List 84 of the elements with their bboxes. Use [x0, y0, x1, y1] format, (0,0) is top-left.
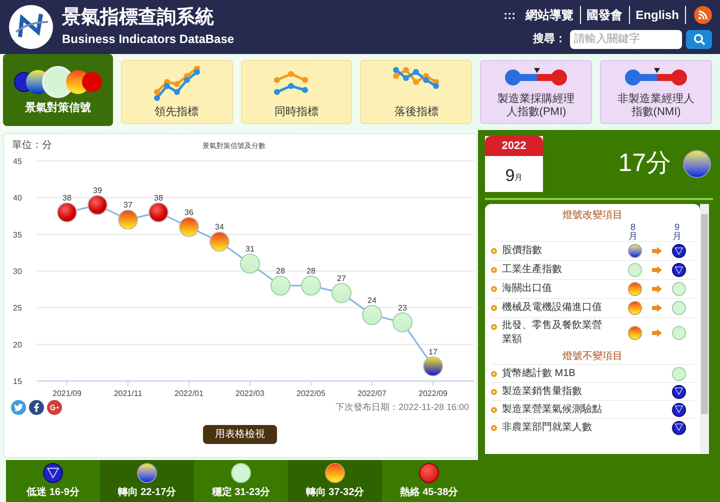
- indicator-tab[interactable]: 製造業採購經理人指數(PMI): [480, 60, 592, 124]
- bullet-icon: [491, 324, 497, 330]
- data-label: 38: [62, 193, 72, 202]
- data-label: 17: [428, 347, 438, 356]
- data-label: 37: [124, 200, 132, 210]
- bullet-icon: [491, 424, 497, 430]
- indicator-tab[interactable]: 非製造業經理人指數(NMI): [600, 60, 712, 124]
- axis-tick-label: 2022/01: [174, 389, 204, 396]
- bullet-icon: [491, 406, 497, 412]
- axis-tick-label: 15: [13, 377, 22, 386]
- axis-tick-label: 40: [13, 194, 22, 203]
- axis-tick-label: 2022/09: [418, 389, 448, 396]
- indicator-name: 工業生產指數: [502, 263, 563, 277]
- data-label: 31: [246, 244, 254, 254]
- bullet-icon: [491, 248, 497, 254]
- indicator-name: 海關出口值: [502, 282, 553, 296]
- header-link[interactable]: 網站導覽: [520, 6, 581, 24]
- search-icon: [694, 34, 704, 44]
- bullet-icon: [491, 286, 497, 292]
- bullet-icon: [491, 267, 497, 273]
- indicator-name: 非農業部門就業人數: [502, 420, 592, 435]
- section-title: 燈號不變項目: [562, 350, 624, 364]
- axis-tick-label: 2021/09: [52, 389, 82, 396]
- data-label: 27: [337, 274, 346, 283]
- arrow-right-icon: [652, 266, 662, 274]
- data-label: 28: [306, 266, 316, 276]
- axis-tick-label: 20: [13, 340, 22, 350]
- bullet-icon: [491, 370, 497, 376]
- header-link[interactable]: 國發會: [580, 6, 630, 24]
- scrollbar[interactable]: [700, 204, 709, 454]
- indicator-tab[interactable]: 同時指標: [240, 60, 352, 124]
- facebook-icon[interactable]: [29, 400, 44, 415]
- axis-tick-label: 35: [13, 230, 22, 240]
- arrow-right-icon: [652, 304, 662, 312]
- data-label: 38: [154, 193, 163, 202]
- search-field[interactable]: 請輸入關鍵字: [570, 30, 682, 48]
- axis-tick-label: 45: [13, 157, 22, 166]
- indicator-tab[interactable]: 落後指標: [360, 60, 472, 124]
- header-link[interactable]: English: [630, 6, 686, 24]
- current-score: 17分: [618, 148, 671, 180]
- indicator-name: 批發、零售及餐飲業營業額: [502, 319, 602, 347]
- axis-tick-label: 2022/05: [296, 389, 326, 396]
- data-label: 23: [398, 303, 407, 312]
- signal-lights-icon: [14, 66, 102, 98]
- indicator-name: 貨幣總計數 M1B: [502, 366, 576, 381]
- next-release-date: 下次發布日期：2022-11-28 16:00: [336, 400, 469, 414]
- indicator-tab[interactable]: 景氣對策信號: [3, 54, 113, 126]
- axis-tick-label: 2021/11: [114, 389, 142, 396]
- indicator-name: 製造業營業氣候測驗點: [502, 402, 602, 417]
- axis-tick-label: 2022/07: [358, 389, 386, 396]
- data-label: 24: [368, 296, 376, 305]
- line-graph-icon: [152, 66, 202, 102]
- data-label: 34: [215, 222, 224, 232]
- table-view-button[interactable]: 用表格檢視: [203, 425, 277, 444]
- legend-item: 轉向 22-17分: [100, 460, 194, 502]
- logo-icon: [8, 4, 54, 50]
- month-column-header: 9 月: [672, 223, 682, 241]
- arrow-right-icon: [652, 285, 662, 293]
- axis-tick-label: 30: [13, 267, 22, 276]
- site-title: 景氣指標查詢系統: [62, 6, 215, 30]
- indicator-name: 機械及電機設備進口值: [502, 301, 602, 315]
- data-label: 36: [184, 208, 194, 217]
- bullet-icon: [491, 305, 497, 311]
- rss-icon[interactable]: [694, 6, 712, 24]
- arrow-right-icon: [652, 329, 662, 337]
- search-button[interactable]: [686, 30, 712, 48]
- data-label: 39: [93, 186, 102, 195]
- month-column-header: 8 月: [628, 223, 638, 241]
- data-label: 28: [276, 266, 285, 276]
- calendar-icon: 2022 9月: [485, 136, 543, 192]
- indicator-name: 股價指數: [502, 244, 543, 258]
- accesskey-link[interactable]: :::: [504, 6, 516, 24]
- arrow-right-icon: [652, 247, 662, 255]
- bullet-icon: [491, 388, 497, 394]
- axis-tick-label: 2022/03: [236, 389, 264, 396]
- search-label: 搜尋：: [533, 32, 566, 47]
- indicator-name: 製造業銷售量指數: [502, 384, 582, 399]
- indicator-tab[interactable]: 領先指標: [120, 60, 233, 124]
- unit-label: 單位：分: [12, 140, 52, 151]
- google-plus-icon[interactable]: [47, 400, 62, 415]
- section-title: 燈號改變項目: [562, 208, 624, 223]
- site-subtitle: Business Indicators DataBase: [62, 30, 234, 48]
- legend-item: 轉向 37-32分: [288, 460, 382, 502]
- axis-tick-label: 25: [13, 304, 22, 313]
